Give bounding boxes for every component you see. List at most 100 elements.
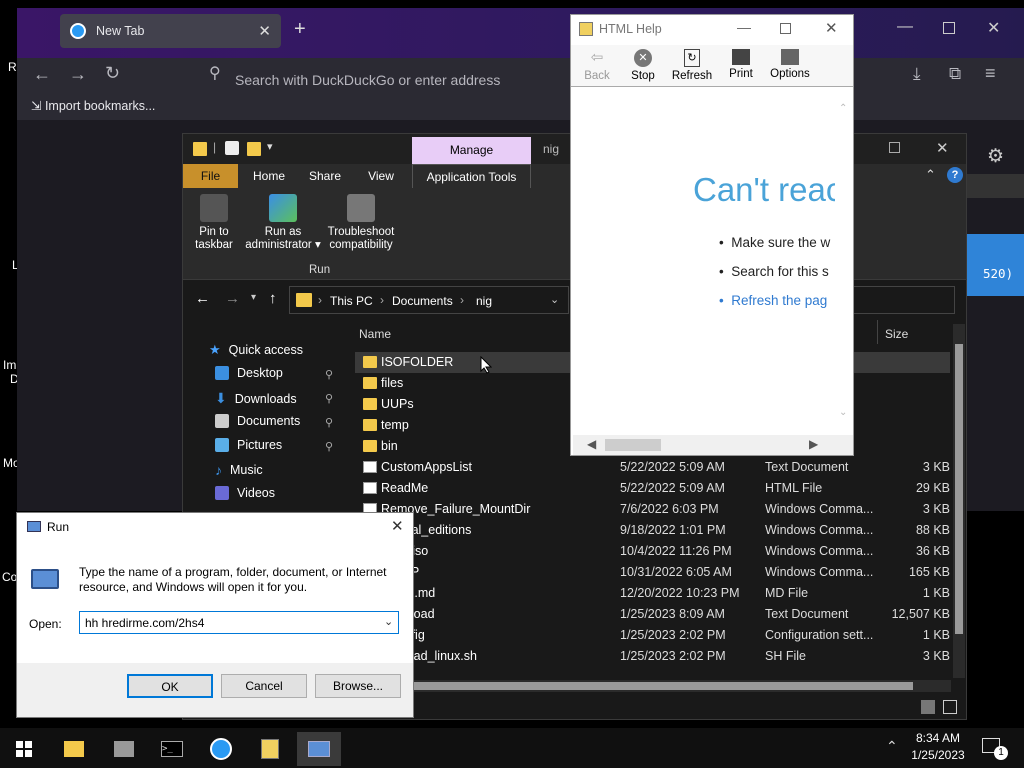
horizontal-scrollbar[interactable]: ◀ ▶ — [573, 435, 853, 455]
tab-view[interactable]: View — [355, 164, 407, 188]
maximize-icon[interactable] — [780, 23, 791, 34]
refresh-button[interactable]: ↻ Refresh — [671, 49, 713, 82]
properties-icon[interactable] — [225, 141, 239, 155]
close-window-icon[interactable]: ✕ — [391, 517, 404, 535]
clock[interactable]: 8:34 AM 1/25/2023 — [908, 730, 968, 764]
file-row[interactable]: rt-UUP10/31/2022 6:05 AMWindows Comma...… — [355, 562, 950, 583]
taskbar-app[interactable] — [102, 732, 146, 766]
taskbar-html-help[interactable] — [248, 732, 292, 766]
scrollbar-thumb[interactable] — [605, 439, 661, 451]
taskbar-firefox[interactable] — [199, 732, 243, 766]
vertical-scrollbar[interactable]: ⌃ ⌄ — [837, 103, 851, 423]
collapse-ribbon-icon[interactable]: ⌃ — [925, 167, 936, 183]
new-folder-icon[interactable] — [247, 142, 261, 156]
file-row[interactable]: ownload_linux.sh 1/25/2023 2:02 PM SH File… — [355, 646, 950, 667]
scrollbar-thumb[interactable] — [413, 682, 913, 690]
chevron-down-icon[interactable]: ⌄ — [550, 293, 559, 306]
help-app-icon — [579, 22, 593, 36]
close-window-icon[interactable]: ✕ — [987, 18, 1000, 38]
scroll-down-icon[interactable]: ⌄ — [839, 407, 847, 418]
close-tab-icon[interactable]: ✕ — [258, 22, 271, 40]
column-header-name[interactable]: Name — [359, 327, 391, 341]
back-button[interactable]: ⇦ Back — [579, 49, 615, 82]
scroll-right-icon[interactable]: ▶ — [809, 437, 818, 451]
scrollbar-thumb[interactable] — [955, 344, 963, 634]
close-window-icon[interactable]: ✕ — [936, 139, 949, 157]
recent-locations-icon[interactable]: ▾ — [251, 292, 256, 303]
run-as-admin-button[interactable]: Run as administrator ▾ — [245, 194, 321, 252]
nav-item-videos[interactable]: Videos — [215, 486, 275, 500]
file-row[interactable]: download1/25/2023 8:09 AMText Document12… — [355, 604, 950, 625]
nav-quick-access[interactable]: ★ Quick access — [209, 342, 303, 358]
nav-item-documents[interactable]: Documents — [215, 414, 300, 428]
start-button[interactable] — [2, 732, 46, 766]
nav-item-downloads[interactable]: ⬇ Downloads — [215, 390, 297, 407]
tab-share[interactable]: Share — [299, 164, 351, 188]
manage-contextual-tab[interactable]: Manage — [412, 137, 531, 164]
forward-icon[interactable]: → — [225, 290, 240, 307]
vertical-scrollbar[interactable] — [953, 324, 965, 678]
open-combobox[interactable]: hh hredirme.com/2hs4 ⌄ — [79, 611, 399, 634]
tab-application-tools[interactable]: Application Tools — [412, 164, 531, 188]
print-button[interactable]: Print — [725, 49, 757, 80]
file-row[interactable]: ReadMe 5/22/2022 5:09 AM HTML File 29 KB — [355, 478, 950, 499]
downloads-icon[interactable]: ⤓ — [913, 64, 921, 84]
open-input[interactable]: hh hredirme.com/2hs4 — [85, 616, 204, 630]
browse-button[interactable]: Browse... — [315, 674, 401, 698]
breadcrumb[interactable]: › This PC › Documents › nig ⌄ — [289, 286, 569, 314]
file-row[interactable]: _virtual_editions 9/18/2022 1:01 PM Window… — [355, 520, 950, 541]
browser-tab[interactable]: New Tab ✕ — [60, 14, 281, 48]
scroll-left-icon[interactable]: ◀ — [587, 437, 596, 451]
menu-icon[interactable]: ≡ — [985, 63, 996, 84]
horizontal-scrollbar[interactable] — [413, 680, 951, 692]
stop-button[interactable]: ✕ Stop — [627, 49, 659, 82]
ok-button[interactable]: OK — [127, 674, 213, 698]
breadcrumb-item[interactable]: This PC — [330, 294, 373, 308]
reload-icon[interactable]: ↻ — [105, 63, 120, 84]
large-icons-view-icon[interactable] — [943, 700, 957, 714]
address-bar[interactable]: Search with DuckDuckGo or enter address — [235, 72, 500, 88]
back-icon[interactable]: ← — [33, 64, 51, 85]
tab-file[interactable]: File — [183, 164, 238, 188]
file-row[interactable]: CustomAppsList 5/22/2022 5:09 AM Text Docu… — [355, 457, 950, 478]
file-row[interactable]: Remove_Failure_MountDir 7/6/2022 6:03 PM W… — [355, 499, 950, 520]
minimize-icon[interactable]: — — [897, 18, 913, 36]
qat-dropdown-icon[interactable]: ▾ — [267, 140, 273, 153]
forward-icon[interactable]: → — [69, 64, 87, 85]
scroll-up-icon[interactable]: ⌃ — [839, 103, 847, 114]
nav-item-pictures[interactable]: Pictures — [215, 438, 282, 452]
refresh-link[interactable]: • Refresh the pag — [719, 293, 835, 308]
import-bookmarks-link[interactable]: ⇲ Import bookmarks... — [31, 99, 155, 113]
pin-to-taskbar-button[interactable]: Pin to taskbar — [189, 194, 239, 252]
settings-gear-icon[interactable]: ⚙ — [987, 145, 1004, 168]
nav-item-music[interactable]: ♪ Music — [215, 462, 263, 478]
back-icon[interactable]: ← — [195, 290, 210, 307]
new-tab-icon[interactable]: + — [294, 18, 306, 41]
taskbar-run[interactable] — [297, 732, 341, 766]
extensions-icon[interactable]: ⧉ — [949, 64, 961, 84]
chevron-up-icon[interactable]: ⌃ — [886, 738, 898, 755]
column-header-size[interactable]: Size — [885, 327, 908, 341]
help-icon[interactable]: ? — [947, 167, 963, 183]
file-row[interactable]: e.unix.md12/20/2022 10:23 PMMD File1 KB — [355, 583, 950, 604]
details-view-icon[interactable] — [921, 700, 935, 714]
up-icon[interactable]: ↑ — [269, 290, 277, 307]
taskbar-command-prompt[interactable]: >_ — [150, 732, 194, 766]
tab-home[interactable]: Home — [243, 164, 295, 188]
nav-item-desktop[interactable]: Desktop — [215, 366, 283, 380]
column-divider[interactable] — [877, 320, 878, 344]
maximize-icon[interactable] — [943, 22, 955, 34]
cancel-button[interactable]: Cancel — [221, 674, 307, 698]
options-button[interactable]: Options — [769, 49, 811, 80]
troubleshoot-compatibility-button[interactable]: Troubleshoot compatibility — [325, 194, 397, 252]
close-window-icon[interactable]: ✕ — [825, 19, 838, 37]
minimize-icon[interactable]: — — [737, 19, 751, 35]
file-row[interactable]: rtConfig1/25/2023 2:02 PMConfiguration s… — [355, 625, 950, 646]
breadcrumb-item[interactable]: Documents — [392, 294, 453, 308]
search-box[interactable] — [853, 286, 955, 314]
maximize-icon[interactable] — [889, 142, 900, 153]
taskbar-file-explorer[interactable] — [52, 732, 96, 766]
breadcrumb-item[interactable]: nig — [476, 294, 492, 308]
chevron-down-icon[interactable]: ⌄ — [384, 615, 393, 628]
file-row[interactable]: arch_iso10/4/2022 11:26 PMWindows Comma.… — [355, 541, 950, 562]
